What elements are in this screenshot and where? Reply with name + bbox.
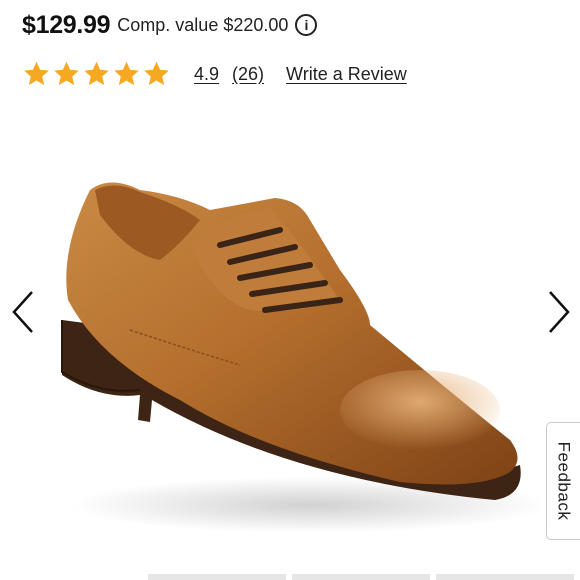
write-review-link[interactable]: Write a Review [286,64,407,85]
rating-row: 4.9 (26) Write a Review [22,58,407,90]
chevron-right-icon [549,291,570,333]
star-icon [144,61,169,86]
thumbnail-strip [148,574,580,580]
sale-price: $129.99 [22,10,111,39]
thumbnail[interactable] [292,574,430,580]
previous-image-button[interactable] [8,290,38,334]
comp-value: Comp. value $220.00 [117,14,289,35]
shoe-illustration [61,182,550,533]
product-image[interactable] [40,150,550,550]
star-icon [24,61,49,86]
price-row: $129.99 Comp. value $220.00 i [22,8,318,42]
star-rating [22,60,172,88]
rating-count-link[interactable]: (26) [232,64,264,85]
star-icon [84,61,109,86]
info-icon[interactable]: i [295,14,318,36]
thumbnail[interactable] [436,574,574,580]
chevron-left-icon [12,291,33,333]
feedback-label: Feedback [554,441,574,521]
rating-value-link[interactable]: 4.9 [194,64,219,85]
next-image-button[interactable] [544,290,574,334]
star-icon [114,61,139,86]
thumbnail[interactable] [148,574,286,580]
star-icon [54,61,79,86]
feedback-tab[interactable]: Feedback [546,422,580,540]
